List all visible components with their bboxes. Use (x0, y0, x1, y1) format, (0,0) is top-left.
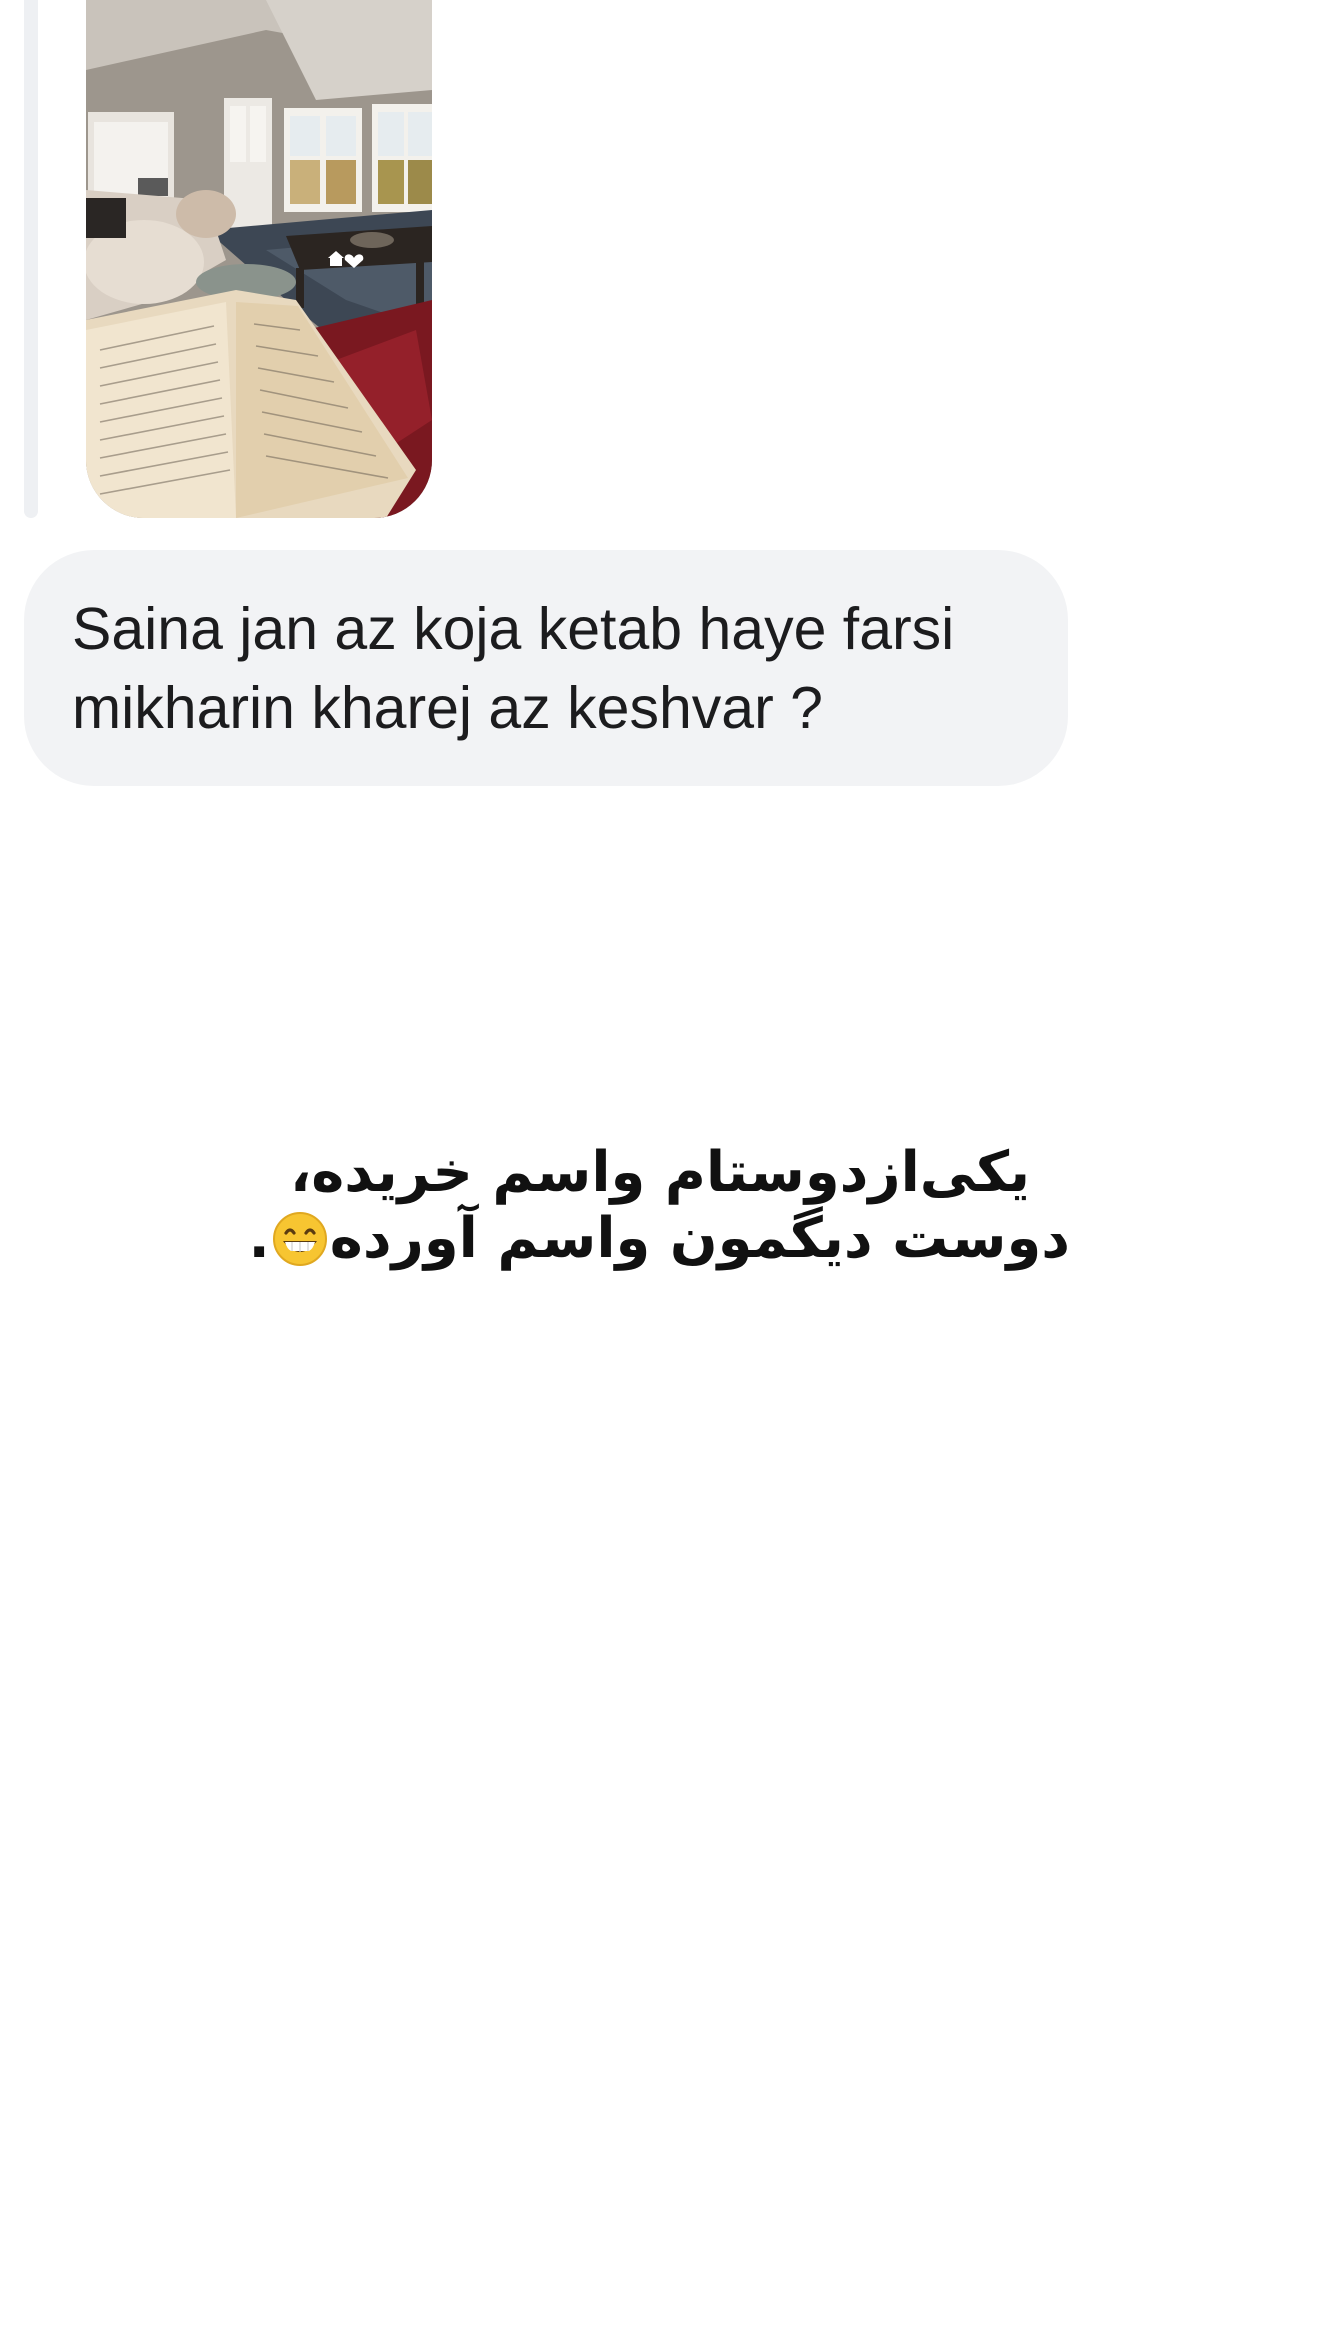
message-text: Saina jan az koja ketab haye farsi mikha… (72, 596, 955, 741)
story-thumbnail[interactable] (86, 0, 432, 518)
caption-line-2-end: . (248, 1206, 270, 1271)
caption-line-2: دوست دیگمون واسم آورده (329, 1206, 1070, 1271)
story-reply-quote-bar (24, 0, 38, 518)
caption-line-1: یکی‌ازدوستام واسم خریده، (289, 1140, 1031, 1205)
story-photo (86, 0, 432, 518)
story-caption: یکی‌ازدوستام واسم خریده، دوست دیگمون واس… (248, 1140, 1070, 1272)
caption-line-2-wrap: دوست دیگمون واسم آورده . (248, 1206, 1070, 1272)
message-bubble[interactable]: Saina jan az koja ketab haye farsi mikha… (24, 550, 1068, 786)
grinning-face-icon (272, 1211, 328, 1267)
